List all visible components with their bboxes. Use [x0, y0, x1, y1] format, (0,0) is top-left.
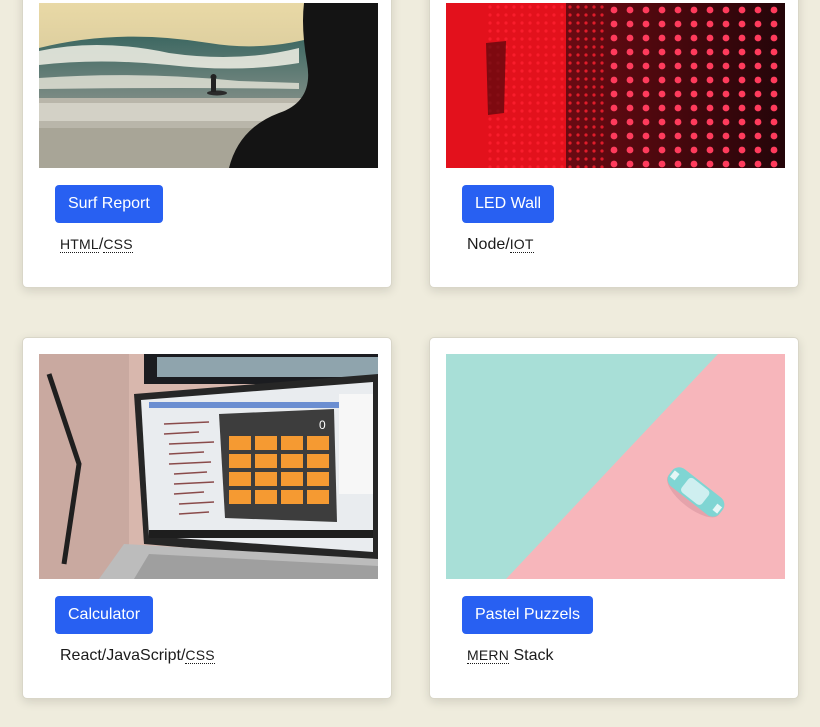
surf-report-image[interactable] — [39, 3, 378, 168]
project-card-surf-report: Surf Report HTML/CSS — [22, 0, 392, 288]
tech-abbr: CSS — [103, 236, 133, 253]
pastel-puzzels-image[interactable] — [446, 354, 785, 579]
calculator-tech: React/JavaScript/CSS — [60, 647, 215, 665]
project-card-calculator: 0 Calculator React/JavaScript/CSS — [22, 337, 392, 699]
led-wall-image[interactable] — [446, 3, 785, 168]
calculator-display: 0 — [319, 418, 326, 432]
tech-text: React/JavaScript/ — [60, 647, 186, 664]
pastel-puzzels-tech: MERN Stack — [467, 647, 554, 665]
tech-abbr: MERN — [467, 647, 510, 664]
calculator-image[interactable]: 0 — [39, 354, 378, 579]
project-card-pastel-puzzels: Pastel Puzzels MERN Stack — [429, 337, 799, 699]
tech-abbr: HTML — [60, 236, 99, 253]
led-wall-tech: Node/IOT — [467, 236, 534, 254]
surf-report-tech: HTML/CSS — [60, 236, 133, 254]
tech-abbr: CSS — [185, 647, 215, 664]
calculator-button[interactable]: Calculator — [55, 596, 154, 634]
tech-text: Node/ — [467, 236, 510, 253]
tech-text: Stack — [509, 647, 554, 664]
tech-abbr: IOT — [509, 236, 534, 253]
project-card-led-wall: LED Wall Node/IOT — [429, 0, 799, 288]
surf-report-button[interactable]: Surf Report — [55, 185, 163, 223]
led-wall-button[interactable]: LED Wall — [462, 185, 555, 223]
pastel-puzzels-button[interactable]: Pastel Puzzels — [462, 596, 593, 634]
